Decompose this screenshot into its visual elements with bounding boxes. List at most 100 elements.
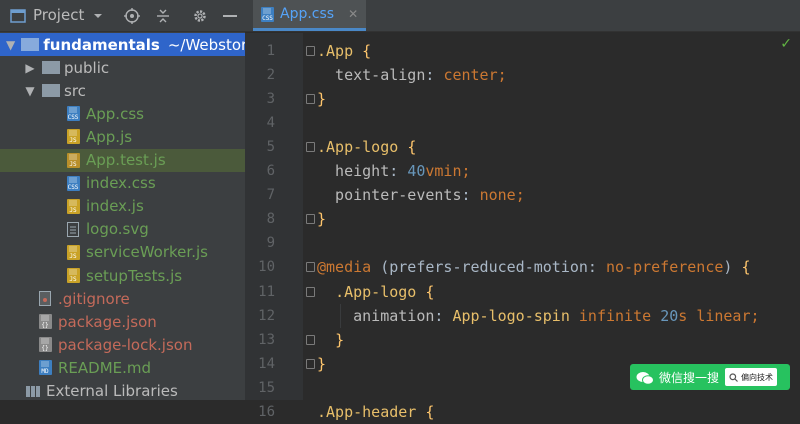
- minimize-icon[interactable]: [220, 0, 240, 31]
- tree-item-label: setupTests.js: [86, 266, 183, 285]
- tree-item-label: .gitignore: [58, 289, 130, 308]
- test-file-icon: JS: [64, 152, 82, 168]
- tree-item-label: External Libraries: [46, 382, 178, 400]
- expanded-arrow-icon[interactable]: ▼: [24, 84, 36, 98]
- code-token: center: [443, 66, 498, 85]
- tree-item-public[interactable]: ▶ public: [0, 56, 245, 79]
- md-file-icon: MD: [36, 360, 54, 376]
- tree-item-index-css[interactable]: CSS index.css: [0, 172, 245, 195]
- code-line: }: [317, 87, 326, 111]
- check-icon: ✓: [780, 36, 792, 52]
- tree-item-readme-md[interactable]: MD README.md: [0, 356, 245, 379]
- fold-marker-icon[interactable]: [306, 46, 315, 56]
- gitignore-file-icon: [36, 291, 54, 307]
- tree-item-app-css[interactable]: CSS App.css: [0, 102, 245, 125]
- fold-marker-icon[interactable]: [306, 94, 315, 105]
- code-token: 20: [660, 306, 679, 325]
- code-token: 40: [407, 162, 426, 181]
- tree-item-package-json[interactable]: {} package.json: [0, 310, 245, 333]
- code-token: ): [723, 258, 742, 277]
- collapse-icon[interactable]: [152, 0, 174, 31]
- tree-item-label: fundamentals: [43, 35, 160, 54]
- tree-item-label: serviceWorker.js: [86, 243, 208, 262]
- gear-icon[interactable]: [189, 0, 211, 31]
- tree-item-app-test-js[interactable]: JS App.test.js: [0, 148, 245, 172]
- code-line: }: [317, 328, 344, 352]
- tree-item-serviceworker-js[interactable]: JS serviceWorker.js: [0, 241, 245, 264]
- fold-marker-icon[interactable]: [306, 358, 315, 369]
- code-token: }: [317, 210, 327, 229]
- line-number: 9: [266, 235, 275, 252]
- fold-marker-icon[interactable]: [306, 334, 315, 345]
- code-token: @media: [317, 258, 372, 277]
- css-file-icon: CSS: [64, 175, 82, 191]
- tree-item-gitignore[interactable]: .gitignore: [0, 287, 245, 310]
- tree-item-label: App.css: [86, 104, 144, 123]
- tree-item-label: index.js: [86, 197, 144, 216]
- fold-marker-icon[interactable]: [306, 262, 315, 273]
- expanded-arrow-icon[interactable]: ▼: [6, 38, 15, 52]
- code-token: none: [479, 186, 516, 205]
- line-number: 4: [266, 115, 275, 132]
- tree-item-label: App.js: [86, 127, 133, 146]
- tree-item-setuptests-js[interactable]: JS setupTests.js: [0, 264, 245, 287]
- tree-item-external-libraries[interactable]: External Libraries: [0, 380, 245, 400]
- line-number: 5: [266, 139, 275, 156]
- code-token: }: [317, 90, 327, 109]
- code-line: }: [317, 207, 326, 231]
- line-number: 2: [266, 67, 275, 84]
- code-token: }: [317, 354, 327, 373]
- line-number: 14: [258, 355, 275, 372]
- tree-item-app-js[interactable]: JS App.js: [0, 125, 245, 148]
- css-file-icon: CSS: [64, 106, 82, 122]
- code-token: :: [425, 66, 444, 85]
- tree-item-index-js[interactable]: JS index.js: [0, 195, 245, 218]
- chevron-down-icon[interactable]: [90, 0, 106, 31]
- json-file-icon: {}: [36, 337, 54, 353]
- line-number: 12: [258, 307, 275, 324]
- line-number: 15: [258, 379, 275, 396]
- code-token: text-align: [317, 66, 426, 85]
- tree-item-fundamentals[interactable]: ▼ fundamentals ~/Webstorm: [0, 33, 245, 56]
- fold-marker-icon[interactable]: [306, 142, 315, 153]
- json-file-icon: {}: [36, 314, 54, 330]
- code-token: {: [741, 258, 751, 277]
- close-icon[interactable]: ✕: [348, 7, 358, 21]
- tab-app-css[interactable]: CSS App.css ✕: [253, 0, 367, 31]
- fold-marker-icon[interactable]: [306, 286, 315, 297]
- project-window-icon[interactable]: [8, 0, 28, 31]
- folder-icon: [42, 83, 60, 99]
- code-line: .App-header {: [317, 400, 434, 424]
- line-number: 10: [258, 259, 275, 276]
- search-icon: [729, 372, 738, 382]
- code-token: linear: [696, 306, 751, 325]
- code-line: height: 40vmin;: [317, 159, 470, 183]
- js-file-icon: JS: [64, 198, 82, 214]
- line-number: 8: [266, 211, 275, 228]
- line-number: 11: [258, 283, 275, 300]
- svg-file-icon: [64, 221, 82, 237]
- indent-guide: [340, 303, 341, 328]
- libraries-icon: [24, 383, 42, 399]
- code-token: (prefers-reduced-motion:: [371, 258, 606, 277]
- editor-area: CSS App.css ✕ 1 .App {2 text-align: cente…: [245, 0, 800, 421]
- locate-icon[interactable]: [121, 0, 143, 31]
- tree-item-label: public: [64, 58, 110, 77]
- code-token: .App: [317, 42, 354, 60]
- tree-item-logo-svg[interactable]: logo.svg: [0, 218, 245, 241]
- fold-marker-icon[interactable]: [306, 214, 315, 225]
- tree-item-package-lock-json[interactable]: {} package-lock.json: [0, 333, 245, 356]
- project-title[interactable]: Project: [33, 0, 84, 31]
- js-file-icon: JS: [64, 129, 82, 145]
- tree-item-src[interactable]: ▼ src: [0, 79, 245, 102]
- code-token: {: [407, 138, 417, 157]
- code-line: @media (prefers-reduced-motion: no-prefe…: [317, 255, 751, 279]
- code-token: {: [362, 42, 372, 60]
- collapsed-arrow-icon[interactable]: ▶: [24, 61, 36, 75]
